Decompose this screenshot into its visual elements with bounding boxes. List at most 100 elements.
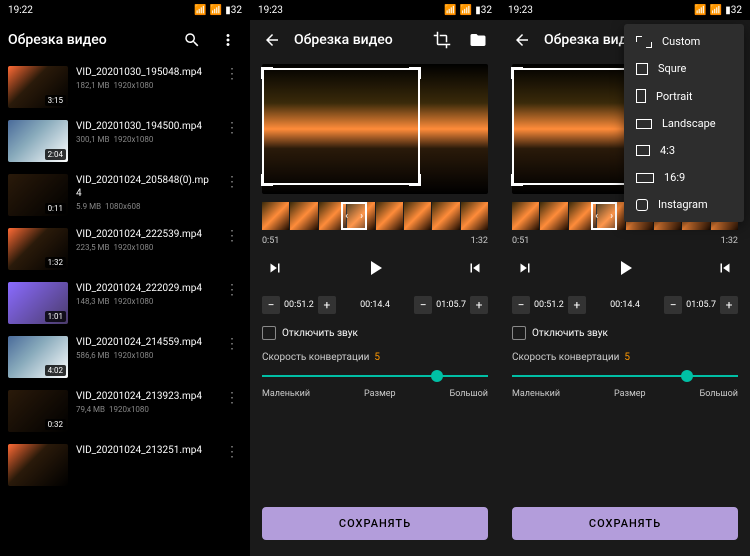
video-info: VID_20201024_222029.mp4 148,3 MB 1920x10… <box>76 282 214 306</box>
video-meta: 148,3 MB 1920x1080 <box>76 297 214 306</box>
crop-handle-tl[interactable] <box>261 67 273 79</box>
size-labels: Маленький Размер Большой <box>500 385 750 403</box>
play-button[interactable] <box>613 256 637 284</box>
arrow-back-icon <box>263 31 281 49</box>
aspect-icon <box>636 119 652 129</box>
start-time-minus[interactable]: − <box>512 296 530 314</box>
search-button[interactable] <box>178 26 206 54</box>
timeline[interactable]: ‹› <box>262 202 488 230</box>
skip-prev-button[interactable] <box>466 259 484 281</box>
video-item[interactable]: 0:32 VID_20201024_213923.mp4 79,4 MB 192… <box>0 384 250 438</box>
video-more-button[interactable]: ⋮ <box>222 174 242 190</box>
crop-handle-bl[interactable] <box>511 174 523 186</box>
skip-next-button[interactable] <box>516 259 534 281</box>
signal-icon: 📶 <box>194 5 206 16</box>
speed-slider[interactable] <box>512 375 738 377</box>
back-button[interactable] <box>508 26 536 54</box>
skip-prev-icon <box>466 259 484 277</box>
editor-body: ‹› 0:51 1:32 − 00:51.2 + 00:14.4 − 01:05… <box>250 60 500 556</box>
video-item[interactable]: 4:02 VID_20201024_214559.mp4 586,6 MB 19… <box>0 330 250 384</box>
aspect-option-16-9[interactable]: 16:9 <box>624 164 744 191</box>
save-button[interactable]: СОХРАНЯТЬ <box>512 507 738 540</box>
speed-slider[interactable] <box>262 375 488 377</box>
video-item[interactable]: 0:11 VID_20201024_205848(0).mp4 5.9 MB 1… <box>0 168 250 222</box>
video-meta: 182,1 MB 1920x1080 <box>76 81 214 90</box>
aspect-option-squre[interactable]: Squre <box>624 55 744 82</box>
video-thumbnail <box>8 444 68 486</box>
end-time-value: 01:05.7 <box>686 300 716 310</box>
arrow-back-icon <box>513 31 531 49</box>
video-more-button[interactable]: ⋮ <box>222 336 242 352</box>
timeline-frame <box>290 202 317 230</box>
size-big-label: Большой <box>700 389 738 399</box>
end-time-plus[interactable]: + <box>470 296 488 314</box>
timeline-cursor[interactable]: ‹› <box>591 202 617 230</box>
video-item[interactable]: 1:32 VID_20201024_222539.mp4 223,5 MB 19… <box>0 222 250 276</box>
video-more-button[interactable]: ⋮ <box>222 390 242 406</box>
video-item[interactable]: 1:01 VID_20201024_222029.mp4 148,3 MB 19… <box>0 276 250 330</box>
video-filename: VID_20201030_195048.mp4 <box>76 66 214 79</box>
timeline-frame <box>376 202 403 230</box>
video-filename: VID_20201024_214559.mp4 <box>76 336 214 349</box>
skip-next-button[interactable] <box>266 259 284 281</box>
skip-next-icon <box>516 259 534 277</box>
video-thumbnail: 0:32 <box>8 390 68 432</box>
mute-checkbox[interactable] <box>262 326 276 340</box>
start-time-plus[interactable]: + <box>318 296 336 314</box>
video-item[interactable]: 2:04 VID_20201030_194500.mp4 300,1 MB 19… <box>0 114 250 168</box>
start-time-minus[interactable]: − <box>262 296 280 314</box>
skip-prev-button[interactable] <box>716 259 734 281</box>
start-time-plus[interactable]: + <box>568 296 586 314</box>
aspect-option-instagram[interactable]: Instagram <box>624 191 744 218</box>
speed-label: Скорость конвертации <box>262 352 369 363</box>
more-button[interactable] <box>214 26 242 54</box>
timeline-cursor[interactable]: ‹› <box>341 202 367 230</box>
timeline-frame <box>512 202 539 230</box>
crop-handle-br[interactable] <box>409 174 421 186</box>
video-item[interactable]: 3:15 VID_20201030_195048.mp4 182,1 MB 19… <box>0 60 250 114</box>
back-button[interactable] <box>258 26 286 54</box>
aspect-option-4-3[interactable]: 4:3 <box>624 137 744 164</box>
end-time-minus[interactable]: − <box>414 296 432 314</box>
video-more-button[interactable]: ⋮ <box>222 66 242 82</box>
speed-slider-thumb[interactable] <box>681 370 693 382</box>
video-more-button[interactable]: ⋮ <box>222 444 242 460</box>
end-time-plus[interactable]: + <box>720 296 738 314</box>
size-small-label: Маленький <box>262 389 310 399</box>
appbar: Обрезка видео <box>0 20 250 60</box>
video-thumbnail: 2:04 <box>8 120 68 162</box>
video-more-button[interactable]: ⋮ <box>222 282 242 298</box>
mute-checkbox[interactable] <box>512 326 526 340</box>
crop-frame[interactable] <box>262 68 420 185</box>
crop-button[interactable] <box>428 26 456 54</box>
start-time-value: 00:51.2 <box>534 300 564 310</box>
video-filename: VID_20201024_205848(0).mp4 <box>76 174 214 200</box>
video-more-button[interactable]: ⋮ <box>222 120 242 136</box>
mute-row[interactable]: Отключить звук <box>250 318 500 348</box>
aspect-ratio-menu: CustomSqurePortraitLandscape4:316:9Insta… <box>624 24 744 222</box>
video-filename: VID_20201024_222539.mp4 <box>76 228 214 241</box>
aspect-option-custom[interactable]: Custom <box>624 28 744 55</box>
folder-icon <box>469 31 487 49</box>
end-time-minus[interactable]: − <box>664 296 682 314</box>
speed-slider-thumb[interactable] <box>431 370 443 382</box>
timeline-end: 1:32 <box>471 236 488 246</box>
statusbar: 19:22 📶 📶 ▮32 <box>0 0 250 20</box>
crop-handle-tl[interactable] <box>511 67 523 79</box>
video-preview[interactable] <box>262 64 488 194</box>
mute-row[interactable]: Отключить звук <box>500 318 750 348</box>
folder-button[interactable] <box>464 26 492 54</box>
crop-handle-bl[interactable] <box>261 174 273 186</box>
video-list[interactable]: 3:15 VID_20201030_195048.mp4 182,1 MB 19… <box>0 60 250 556</box>
crop-handle-tr[interactable] <box>409 67 421 79</box>
video-thumbnail: 1:01 <box>8 282 68 324</box>
aspect-icon <box>636 89 646 103</box>
aspect-option-landscape[interactable]: Landscape <box>624 110 744 137</box>
video-item[interactable]: VID_20201024_213251.mp4 ⋮ <box>0 438 250 492</box>
play-button[interactable] <box>363 256 387 284</box>
size-mid-label: Размер <box>364 389 396 399</box>
video-info: VID_20201024_214559.mp4 586,6 MB 1920x10… <box>76 336 214 360</box>
save-button[interactable]: СОХРАНЯТЬ <box>262 507 488 540</box>
video-more-button[interactable]: ⋮ <box>222 228 242 244</box>
aspect-option-portrait[interactable]: Portrait <box>624 82 744 110</box>
